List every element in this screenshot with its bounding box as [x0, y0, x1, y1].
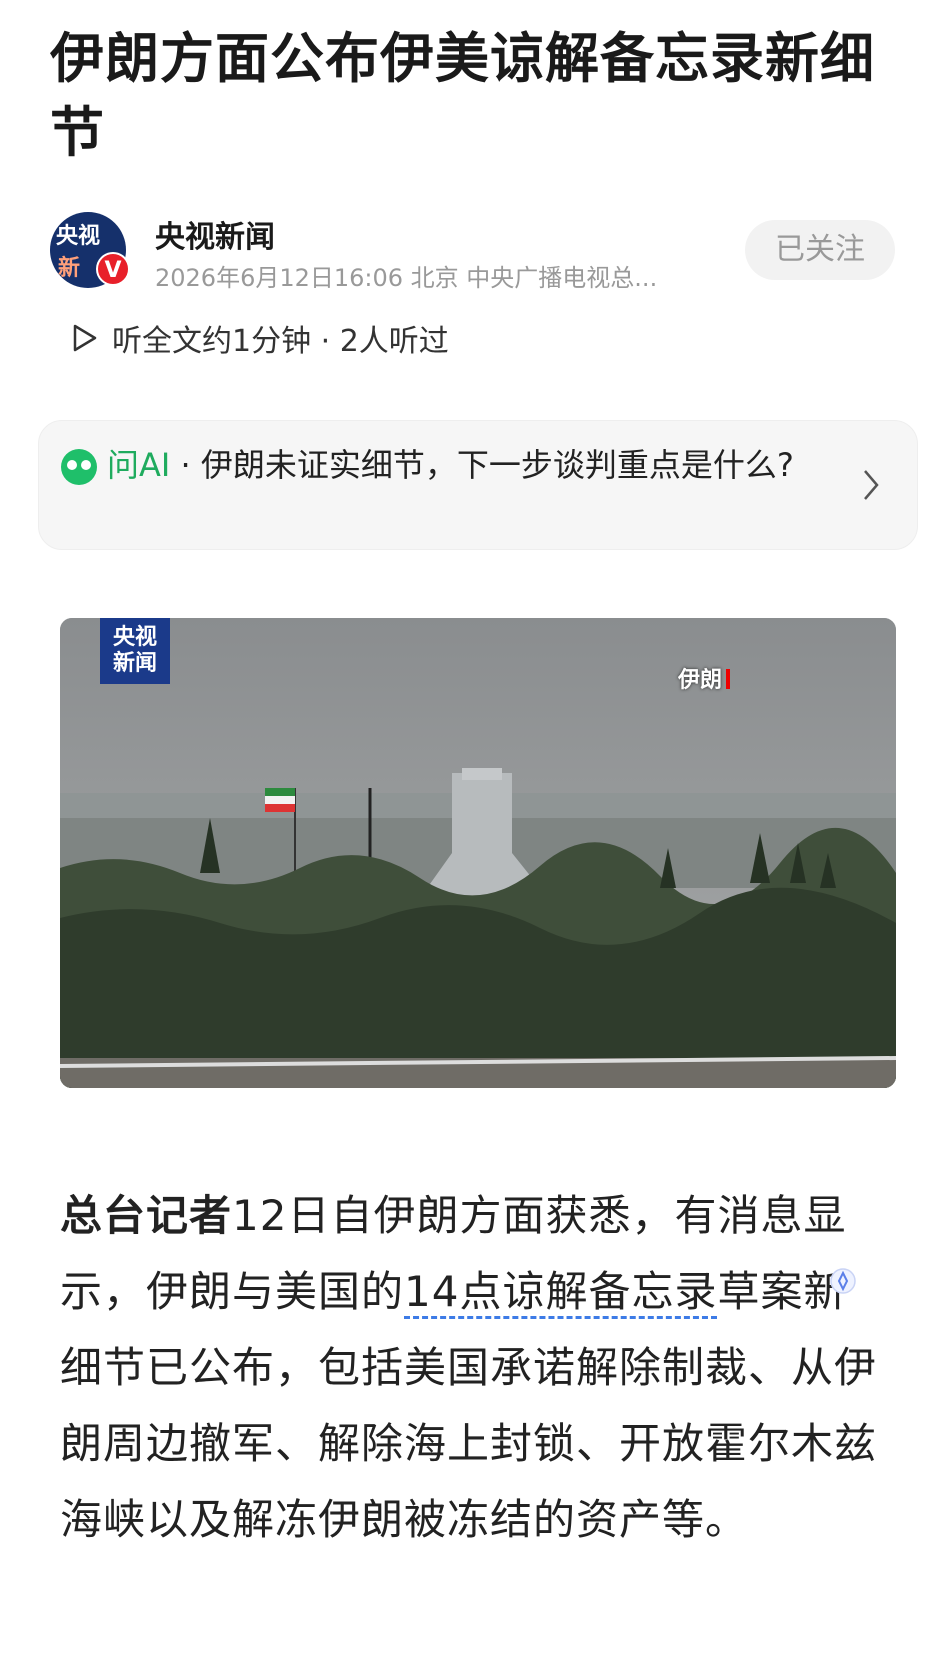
ai-spark-icon[interactable]: [828, 1266, 858, 1296]
author-row: 央视 新 V 央视新闻 2026年6月12日16:06 北京 中央广播电视总..…: [50, 212, 910, 292]
location-tag: 伊朗: [678, 662, 731, 694]
author-meta: 2026年6月12日16:06 北京 中央广播电视总...: [155, 264, 658, 292]
ask-ai-label: 问AI: [107, 446, 171, 484]
article-body: 总台记者12日自伊朗方面获悉，有消息显示，伊朗与美国的14点谅解备忘录草案新细节…: [60, 1178, 880, 1558]
logo-line-2: 新闻: [112, 651, 157, 676]
article-photo[interactable]: 央视 新闻 伊朗: [60, 618, 896, 1088]
ai-assistant-icon: [61, 449, 97, 485]
author-name[interactable]: 央视新闻: [155, 212, 275, 256]
location-tag-bar: [726, 669, 731, 689]
chevron-right-icon: [864, 470, 879, 500]
avatar-text-bottom: 新: [58, 256, 81, 281]
ask-ai-text: 问AI · 伊朗未证实细节，下一步谈判重点是什么?: [107, 443, 847, 487]
listen-full-text-button[interactable]: 听全文约1分钟 · 2人听过: [72, 318, 449, 359]
ask-ai-card[interactable]: 问AI · 伊朗未证实细节，下一步谈判重点是什么?: [38, 420, 918, 550]
cctv-news-logo: 央视 新闻: [100, 618, 170, 684]
avatar-text-top: 央视: [56, 224, 101, 249]
memorandum-link[interactable]: 14点谅解备忘录: [404, 1267, 718, 1319]
verified-icon: V: [96, 252, 130, 286]
logo-line-1: 央视: [112, 625, 157, 650]
ask-ai-separator: ·: [170, 446, 201, 484]
tehran-skyline-image: [60, 618, 896, 1088]
location-tag-text: 伊朗: [678, 668, 723, 693]
body-lead: 总台记者: [60, 1191, 233, 1240]
ask-ai-question: 伊朗未证实细节，下一步谈判重点是什么?: [200, 446, 794, 484]
listen-label: 听全文约1分钟 · 2人听过: [112, 324, 449, 359]
follow-button[interactable]: 已关注: [745, 220, 895, 280]
play-icon: [73, 324, 97, 352]
article-title: 伊朗方面公布伊美谅解备忘录新细节: [50, 27, 875, 164]
